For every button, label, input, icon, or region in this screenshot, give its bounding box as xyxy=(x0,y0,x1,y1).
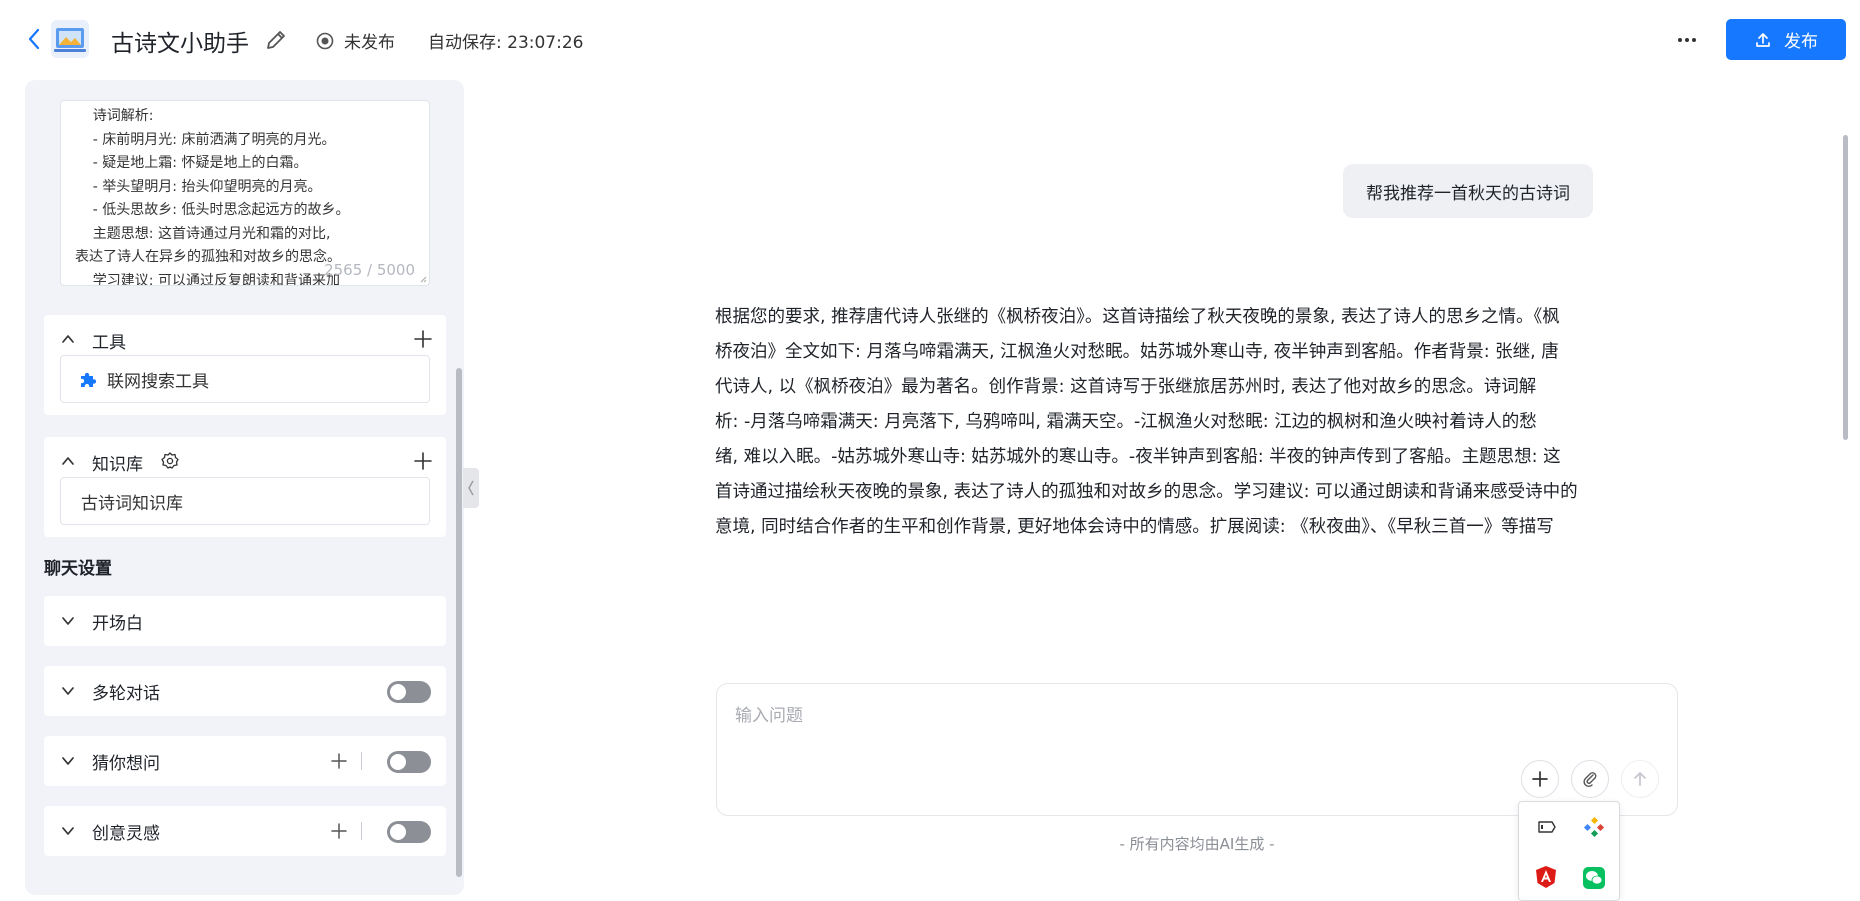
colorful-sparkle-icon[interactable] xyxy=(1583,816,1605,838)
prompt-char-count: 2565 / 5000 xyxy=(324,261,415,279)
app-title: 古诗文小助手 xyxy=(111,31,249,57)
chevron-up-icon[interactable] xyxy=(60,331,76,347)
app-logo-icon xyxy=(51,20,89,58)
prompt-line: - 疑是地上霜: 怀疑是地上的白霜。 xyxy=(75,155,308,171)
chevron-down-icon[interactable] xyxy=(60,683,76,699)
publish-status: 未发布 xyxy=(316,28,395,53)
tool-item-web-search[interactable]: 联网搜索工具 xyxy=(60,355,430,403)
knowledge-title: 知识库 xyxy=(92,455,143,475)
publish-button[interactable]: 发布 xyxy=(1726,19,1846,60)
setting-inspiration-label: 创意灵感 xyxy=(92,824,160,844)
add-guess-plus-icon[interactable] xyxy=(329,751,349,771)
arrow-up-icon xyxy=(1634,772,1646,786)
user-message-bubble: 帮我推荐一首秋天的古诗词 xyxy=(1343,164,1593,218)
paperclip-icon xyxy=(1583,772,1597,788)
puzzle-plugin-icon xyxy=(81,372,97,387)
chevron-up-icon[interactable] xyxy=(60,453,76,469)
add-button[interactable] xyxy=(1521,760,1559,798)
tag-label-icon[interactable] xyxy=(1535,816,1557,838)
inspiration-toggle[interactable] xyxy=(387,821,431,843)
chevron-down-icon[interactable] xyxy=(60,613,76,629)
multi-turn-toggle[interactable] xyxy=(387,681,431,703)
plus-icon xyxy=(1532,771,1548,787)
prompt-line: - 床前明月光: 床前洒满了明亮的月光。 xyxy=(75,131,336,148)
prompt-text: 诗词解析: - 床前明月光: 床前洒满了明亮的月光。 - 疑是地上霜: 怀疑是地… xyxy=(75,105,415,285)
chat-settings-title: 聊天设置 xyxy=(44,559,112,579)
divider xyxy=(361,822,362,840)
plugin-popup-menu xyxy=(1518,801,1620,901)
prompt-editor[interactable]: 诗词解析: - 床前明月光: 床前洒满了明亮的月光。 - 疑是地上霜: 怀疑是地… xyxy=(60,100,430,286)
chat-input-container xyxy=(716,683,1678,816)
status-dot-icon xyxy=(316,32,334,49)
publish-label: 发布 xyxy=(1784,32,1818,52)
setting-guess[interactable]: 猜你想问 xyxy=(44,736,446,786)
back-arrow-icon[interactable] xyxy=(24,26,46,52)
status-label: 未发布 xyxy=(344,33,395,53)
guess-toggle[interactable] xyxy=(387,751,431,773)
answer-line: 根据您的要求, 推荐唐代诗人张继的《枫桥夜泊》。这首诗描绘了秋天夜晚的景象, 表… xyxy=(715,307,1560,327)
setting-guess-label: 猜你想问 xyxy=(92,754,160,774)
setting-opening-label: 开场白 xyxy=(92,614,143,634)
answer-line: 代诗人, 以《枫桥夜泊》最为著名。创作背景: 这首诗写于张继旅居苏州时, 表达了… xyxy=(715,377,1537,397)
answer-line: 桥夜泊》全文如下: 月落乌啼霜满天, 江枫渔火对愁眠。姑苏城外寒山寺, 夜半钟声… xyxy=(715,342,1559,362)
question-input[interactable] xyxy=(735,702,1635,730)
divider xyxy=(361,752,362,770)
prompt-line: 主题思想: 这首诗通过月光和霜的对比, xyxy=(75,225,331,242)
prompt-line: - 低头思故乡: 低头时思念起远方的故乡。 xyxy=(75,202,350,218)
send-button[interactable] xyxy=(1621,760,1659,798)
upload-icon xyxy=(1756,32,1770,47)
tool-item-label: 联网搜索工具 xyxy=(107,371,209,392)
knowledge-card: 知识库 古诗词知识库 xyxy=(44,437,446,537)
answer-line: 绪, 难以入眠。-姑苏城外寒山寺: 姑苏城外的寒山寺。-夜半钟声到客船: 半夜的… xyxy=(715,447,1561,467)
assistant-answer: 根据您的要求, 推荐唐代诗人张继的《枫桥夜泊》。这首诗描绘了秋天夜晚的景象, 表… xyxy=(715,300,1595,545)
attach-button[interactable] xyxy=(1571,760,1609,798)
knowledge-item-label: 古诗词知识库 xyxy=(81,493,183,514)
edit-pencil-icon[interactable] xyxy=(264,28,288,52)
answer-line: 析: -月落乌啼霜满天: 月亮落下, 乌鸦啼叫, 霜满天空。-江枫渔火对愁眠: … xyxy=(715,412,1537,432)
chevron-left-icon xyxy=(468,480,474,496)
answer-line: 首诗通过描绘秋天夜晚的景象, 表达了诗人的孤独和对故乡的思念。学习建议: 可以通… xyxy=(715,482,1578,502)
tools-card: 工具 联网搜索工具 xyxy=(44,315,446,415)
setting-inspiration[interactable]: 创意灵感 xyxy=(44,806,446,856)
answer-line: 意境, 同时结合作者的生平和创作背景, 更好地体会诗中的情感。扩展阅读: 《秋夜… xyxy=(715,517,1554,537)
collapse-panel-handle[interactable] xyxy=(463,468,479,508)
left-panel-scrollbar[interactable] xyxy=(456,368,462,877)
prompt-line: 诗词解析: xyxy=(75,108,154,124)
prompt-line: - 举头望明月: 抬头仰望明亮的月亮。 xyxy=(75,178,322,195)
knowledge-item[interactable]: 古诗词知识库 xyxy=(60,477,430,525)
chat-scrollbar[interactable] xyxy=(1843,135,1848,440)
resize-handle-icon[interactable] xyxy=(419,275,427,283)
top-bar: 古诗文小助手 未发布 自动保存: 23:07:26 发布 xyxy=(0,0,1860,78)
config-panel: 诗词解析: - 床前明月光: 床前洒满了明亮的月光。 - 疑是地上霜: 怀疑是地… xyxy=(25,80,464,895)
angular-logo-icon[interactable] xyxy=(1534,865,1558,889)
add-inspiration-plus-icon[interactable] xyxy=(329,821,349,841)
setting-opening[interactable]: 开场白 xyxy=(44,596,446,646)
tools-title: 工具 xyxy=(92,333,126,353)
add-knowledge-plus-icon[interactable] xyxy=(412,450,434,472)
more-options-icon[interactable] xyxy=(1672,28,1702,52)
add-tool-plus-icon[interactable] xyxy=(412,328,434,350)
wechat-icon[interactable] xyxy=(1582,866,1606,890)
chevron-down-icon[interactable] xyxy=(60,753,76,769)
autosave-time: 自动保存: 23:07:26 xyxy=(428,33,584,53)
chevron-down-icon[interactable] xyxy=(60,823,76,839)
setting-multi-turn-label: 多轮对话 xyxy=(92,684,160,704)
gear-icon[interactable] xyxy=(160,451,180,471)
setting-multi-turn[interactable]: 多轮对话 xyxy=(44,666,446,716)
